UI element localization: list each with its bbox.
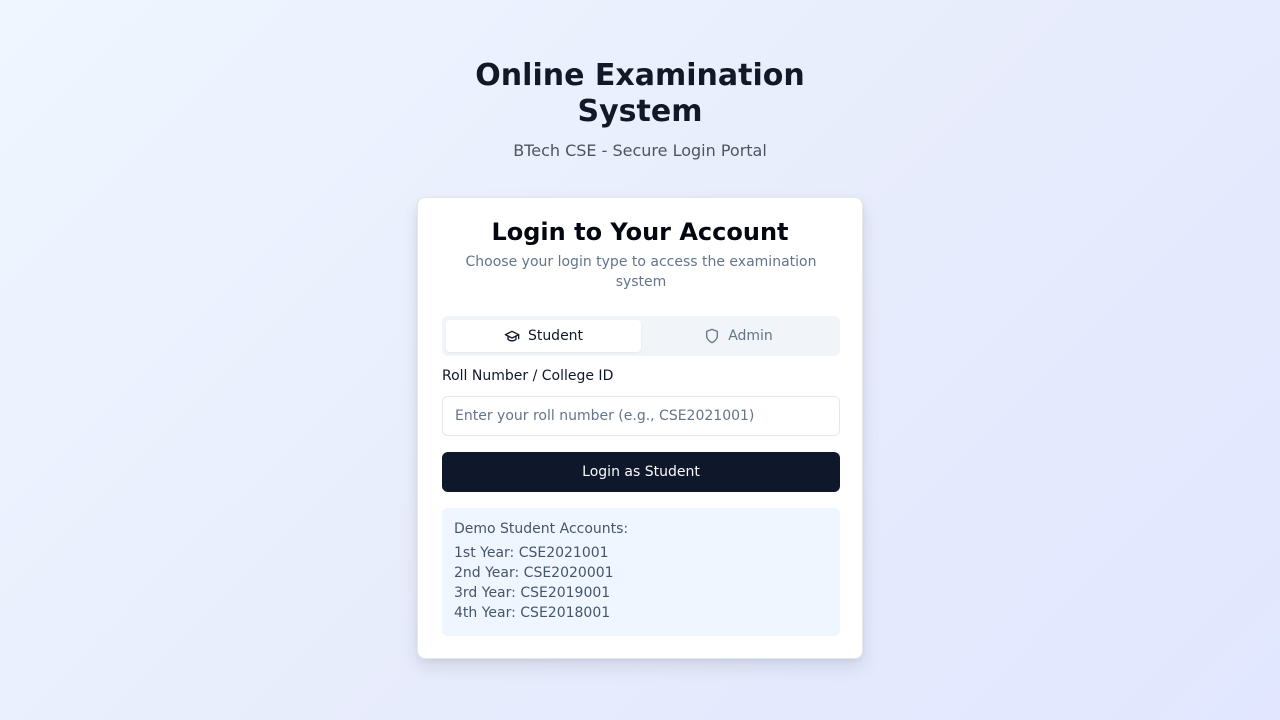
tab-admin-label: Admin xyxy=(728,328,773,344)
demo-accounts-title: Demo Student Accounts: xyxy=(454,521,629,537)
tab-student-label: Student xyxy=(527,328,584,344)
login-card: Login to Your Account Choose your login … xyxy=(417,197,863,659)
app-title: Online Examination System xyxy=(475,58,805,129)
login-type-tabs: Student Admin xyxy=(442,316,840,356)
roll-number-label: Roll Number / College ID xyxy=(442,368,614,384)
login-page: Online Examination System BTech CSE - Se… xyxy=(0,0,1280,720)
demo-accounts-box: Demo Student Accounts: 1st Year: CSE2021… xyxy=(442,508,840,636)
card-title: Login to Your Account xyxy=(491,218,789,246)
card-description: Choose your login type to access the exa… xyxy=(465,254,817,290)
tab-admin[interactable]: Admin xyxy=(641,320,836,352)
page-header: Online Examination System BTech CSE - Se… xyxy=(0,58,1280,162)
demo-accounts-list: 1st Year: CSE2021001 2nd Year: CSE202000… xyxy=(454,543,828,623)
tab-student[interactable]: Student xyxy=(446,320,641,352)
graduation-cap-icon xyxy=(504,328,520,344)
demo-account-item: 4th Year: CSE2018001 xyxy=(454,605,611,621)
app-subtitle: BTech CSE - Secure Login Portal xyxy=(513,141,767,160)
login-button[interactable]: Login as Student xyxy=(442,452,840,492)
demo-account-item: 3rd Year: CSE2019001 xyxy=(454,585,611,601)
demo-account-item: 1st Year: CSE2021001 xyxy=(454,545,609,561)
demo-account-item: 2nd Year: CSE2020001 xyxy=(454,565,614,581)
roll-number-input[interactable] xyxy=(442,396,840,436)
shield-icon xyxy=(704,328,720,344)
